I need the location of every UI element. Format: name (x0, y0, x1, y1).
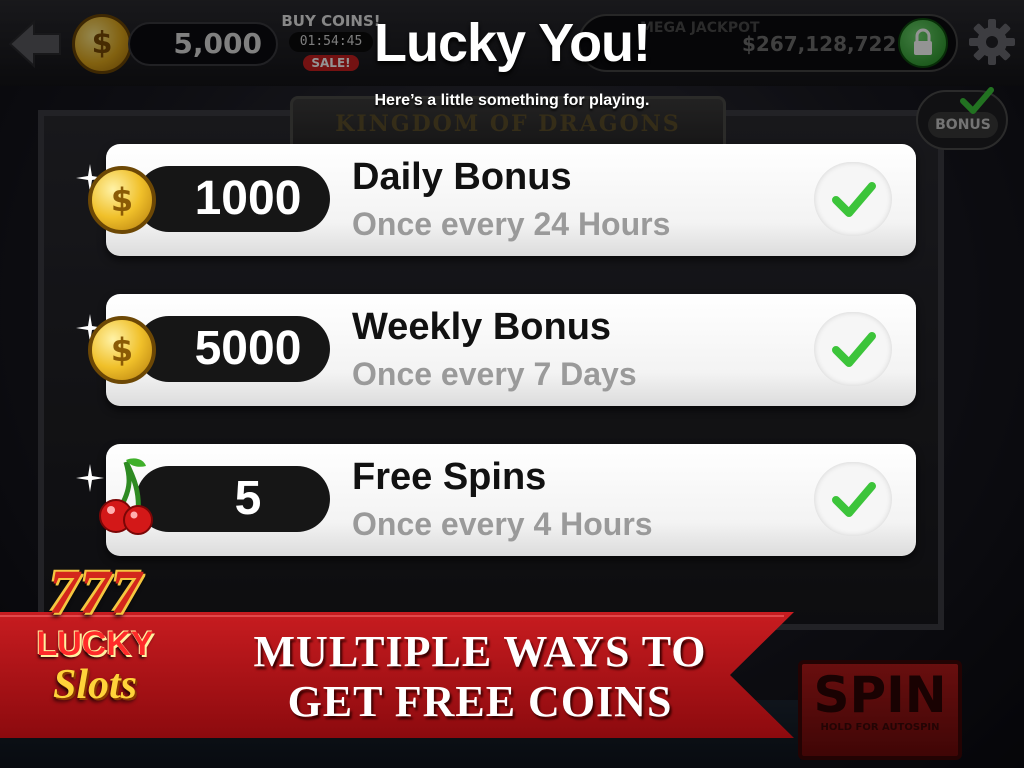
lucky-slots-logo: 777 LUCKY Slots (20, 560, 170, 740)
claimed-check-icon (814, 162, 892, 236)
bonus-row-daily[interactable]: 1000 $ Daily Bonus Once every 24 Hours (76, 144, 916, 256)
bonus-name: Free Spins (352, 456, 547, 498)
bonus-amount: 5 (136, 466, 330, 532)
logo-slots: Slots (52, 662, 138, 708)
logo-lucky: LUCKY (36, 625, 154, 663)
bonus-frequency: Once every 24 Hours (352, 206, 671, 242)
promo-headline-line1: MULTIPLE WAYS TO (253, 627, 707, 676)
bonus-row-weekly[interactable]: 5000 $ Weekly Bonus Once every 7 Days (76, 294, 916, 406)
dialog-title: Lucky You! (373, 13, 651, 73)
coin-icon: $ (88, 166, 156, 234)
cherry-icon (99, 458, 153, 535)
claimed-check-icon (814, 312, 892, 386)
bonus-frequency: Once every 4 Hours (352, 506, 653, 542)
bonus-frequency: Once every 7 Days (352, 356, 637, 392)
bonus-name: Weekly Bonus (352, 306, 612, 348)
bonus-row-free-spins[interactable]: 5 Free Spins Once every 4 Hours (76, 444, 916, 556)
bonus-amount: 5000 (136, 316, 330, 382)
bonus-amount: 1000 (136, 166, 330, 232)
promo-headline-line2: GET FREE COINS (287, 677, 673, 726)
claimed-check-icon (814, 462, 892, 536)
coin-icon: $ (88, 316, 156, 384)
logo-777: 777 (48, 559, 142, 627)
bonus-name: Daily Bonus (352, 156, 572, 198)
dialog-subtitle: Here’s a little something for playing. (374, 92, 650, 109)
